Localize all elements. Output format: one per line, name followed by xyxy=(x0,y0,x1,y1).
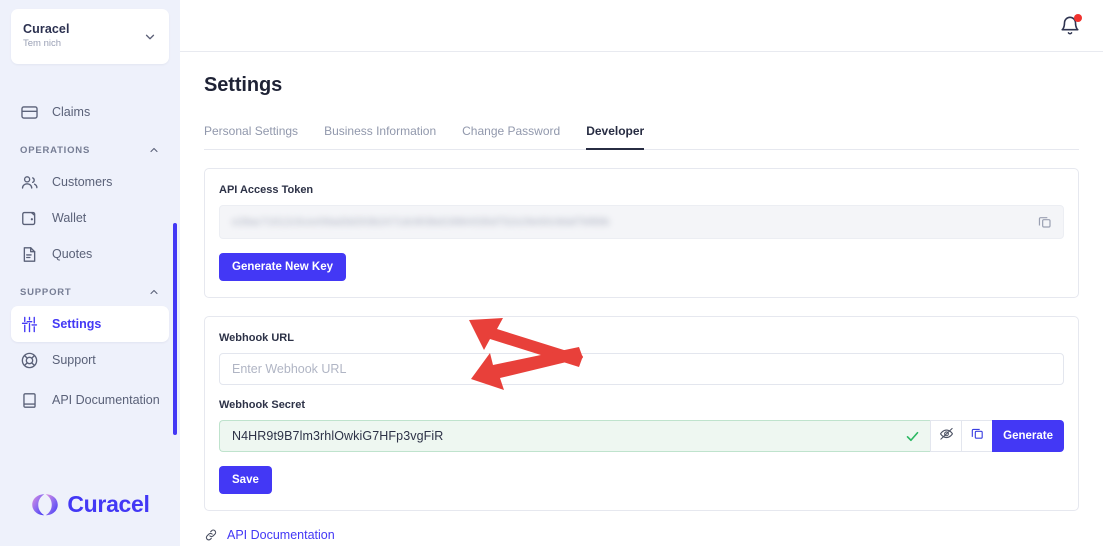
sidebar-item-label: Support xyxy=(52,352,96,367)
webhook-secret-row: N4HR9t9B7lm3rhlOwkiG7HFp3vgFiR Generate xyxy=(219,420,1064,452)
org-subtitle: Tem nich xyxy=(23,38,62,50)
sidebar-item-label: Wallet xyxy=(52,210,87,225)
api-token-input[interactable]: e28ac71612c5cee59ad3d263b2471dc903bd1996… xyxy=(219,205,1064,239)
notifications-button[interactable] xyxy=(1059,13,1082,37)
sidebar-section-label: OPERATIONS xyxy=(20,144,91,156)
webhook-secret-input[interactable]: N4HR9t9B7lm3rhlOwkiG7HFp3vgFiR xyxy=(219,420,931,452)
sidebar-item-wallet[interactable]: Wallet xyxy=(11,200,169,236)
tab-developer[interactable]: Developer xyxy=(586,124,645,150)
notification-unread-dot xyxy=(1074,13,1082,22)
eye-off-icon xyxy=(939,426,954,446)
quotes-document-icon xyxy=(20,245,39,264)
sidebar-item-support[interactable]: Support xyxy=(11,342,169,378)
brand-wordmark: Curacel xyxy=(67,491,150,517)
webhook-url-input[interactable] xyxy=(219,353,1064,385)
tab-personal-settings[interactable]: Personal Settings xyxy=(204,124,298,150)
notification-bell-icon xyxy=(1059,16,1081,41)
check-icon xyxy=(905,429,920,444)
sidebar-section-label: SUPPORT xyxy=(20,286,72,298)
curacel-logo-icon xyxy=(30,492,60,518)
api-documentation-link[interactable]: API Documentation xyxy=(227,528,335,542)
save-button[interactable]: Save xyxy=(219,466,272,494)
sidebar-item-settings[interactable]: Settings xyxy=(11,306,169,342)
webhook-secret-value: N4HR9t9B7lm3rhlOwkiG7HFp3vgFiR xyxy=(232,429,444,443)
generate-new-key-button[interactable]: Generate New Key xyxy=(219,253,346,281)
sliders-settings-icon xyxy=(20,315,39,334)
sidebar-item-customers[interactable]: Customers xyxy=(11,164,169,200)
book-icon xyxy=(20,391,39,410)
sidebar-item-label: Customers xyxy=(52,174,113,189)
chevron-down-icon xyxy=(143,30,157,44)
api-token-label: API Access Token xyxy=(219,184,314,196)
brand-logo: Curacel xyxy=(0,491,180,518)
top-bar xyxy=(180,0,1103,52)
content-area: Settings Personal Settings Business Info… xyxy=(180,52,1103,542)
webhook-secret-label: Webhook Secret xyxy=(219,399,305,411)
chevron-up-icon xyxy=(148,144,160,156)
tab-business-information[interactable]: Business Information xyxy=(324,124,436,150)
webhook-url-label: Webhook URL xyxy=(219,332,294,344)
claims-card-icon xyxy=(20,103,39,122)
sidebar-item-api-documentation[interactable]: API Documentation xyxy=(11,378,169,422)
sidebar-item-claims[interactable]: Claims xyxy=(11,94,169,130)
link-icon xyxy=(204,528,218,542)
api-token-row: e28ac71612c5cee59ad3d263b2471dc903bd1996… xyxy=(219,205,1064,239)
sidebar: Curacel Tem nich Claims OPERATIONS Custo… xyxy=(0,0,180,546)
settings-tabs: Personal Settings Business Information C… xyxy=(204,124,1079,150)
toggle-secret-visibility-button[interactable] xyxy=(930,420,962,452)
api-documentation-link-row: API Documentation xyxy=(204,528,1079,542)
sidebar-item-label: Claims xyxy=(52,104,91,119)
wallet-icon xyxy=(20,209,39,228)
customers-icon xyxy=(20,173,39,192)
sidebar-nav: Claims OPERATIONS Customers Wallet Quote… xyxy=(0,94,180,422)
sidebar-item-label: Settings xyxy=(52,316,102,331)
generate-secret-button[interactable]: Generate xyxy=(992,420,1064,452)
sidebar-scrollbar[interactable] xyxy=(173,223,177,435)
copy-secret-button[interactable] xyxy=(961,420,993,452)
tab-change-password[interactable]: Change Password xyxy=(462,124,560,150)
api-access-token-card: API Access Token e28ac71612c5cee59ad3d26… xyxy=(204,168,1079,298)
settings-developer-page: Curacel Tem nich Claims OPERATIONS Custo… xyxy=(0,0,1103,546)
api-token-value: e28ac71612c5cee59ad3d263b2471dc903bd1996… xyxy=(232,216,610,228)
webhook-card: Webhook URL Webhook Secret N4HR9t9B7lm3r… xyxy=(204,316,1079,511)
copy-icon xyxy=(970,426,985,446)
sidebar-item-quotes[interactable]: Quotes xyxy=(11,236,169,272)
sidebar-item-label: Quotes xyxy=(52,246,93,261)
sidebar-section-support[interactable]: SUPPORT xyxy=(20,286,160,298)
org-switcher-text: Curacel Tem nich xyxy=(23,22,143,51)
chevron-up-icon xyxy=(148,286,160,298)
org-name: Curacel xyxy=(23,21,70,36)
lifebuoy-support-icon xyxy=(20,351,39,370)
copy-icon[interactable] xyxy=(1037,214,1053,230)
main-content: Settings Personal Settings Business Info… xyxy=(180,0,1103,546)
page-title: Settings xyxy=(204,74,283,96)
org-switcher[interactable]: Curacel Tem nich xyxy=(11,9,169,64)
sidebar-item-label: API Documentation xyxy=(52,392,160,407)
sidebar-section-operations[interactable]: OPERATIONS xyxy=(20,144,160,156)
